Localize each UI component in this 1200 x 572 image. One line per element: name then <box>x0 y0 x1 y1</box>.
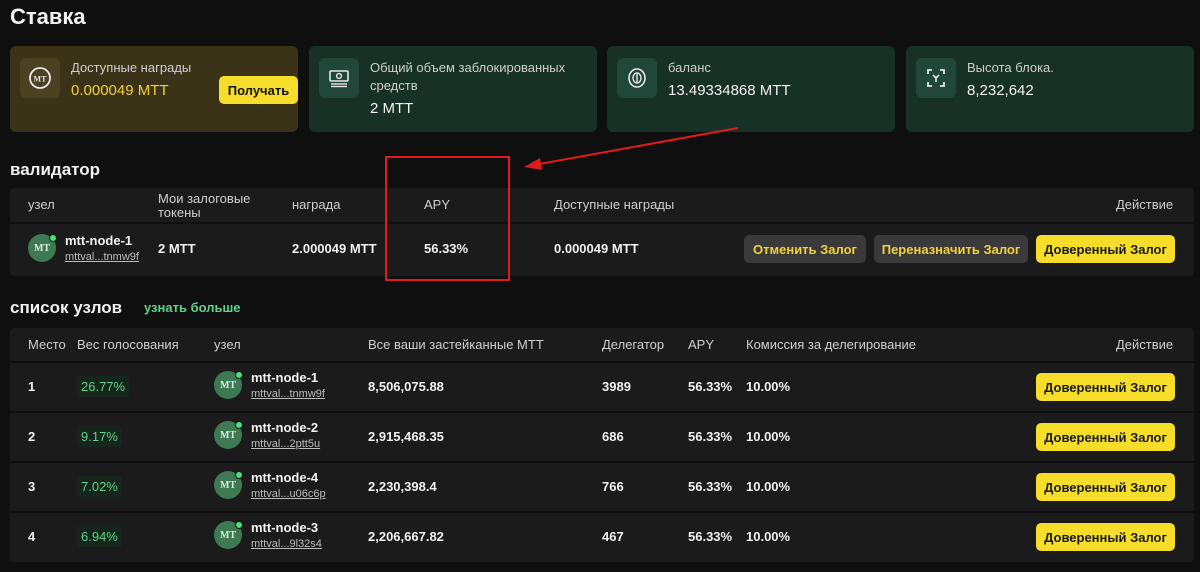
balance-label: баланс <box>668 60 711 75</box>
rank: 4 <box>28 529 36 544</box>
online-dot <box>235 471 243 479</box>
staked-total: 2,915,468.35 <box>368 429 444 444</box>
header-stake: Мои залоговые токены <box>158 191 251 220</box>
header-weight: Вес голосования <box>77 337 179 352</box>
commission-value: 10.00% <box>746 379 791 394</box>
node-name: mtt-node-3 <box>251 520 319 535</box>
banknote-icon <box>319 58 359 98</box>
block-icon <box>916 58 956 98</box>
voting-weight: 9.17% <box>77 426 122 447</box>
avatar: MT <box>214 421 243 449</box>
rank: 1 <box>28 379 36 394</box>
rewards-value: 0.000049 MTT <box>71 82 169 99</box>
voting-weight: 6.94% <box>77 526 122 547</box>
header-staked: Все ваши застейканные MTT <box>368 337 544 352</box>
trusted-stake-button[interactable]: Доверенный Залог <box>1036 523 1175 551</box>
coin-icon: MT <box>20 58 60 98</box>
locked-label: Общий объем заблокированных средств <box>370 60 566 93</box>
node-list-table: Место Вес голосования узел Все ваши заст… <box>10 328 1194 562</box>
apy-value: 56.33% <box>688 529 733 544</box>
validator-table: узел Мои залоговые токены награда APY Дос… <box>10 188 1194 276</box>
delegator-count: 467 <box>602 529 624 544</box>
node-address[interactable]: mttval...u06c6p <box>251 488 326 500</box>
apy-value: 56.33% <box>688 429 733 444</box>
svg-text:MT: MT <box>34 75 48 84</box>
locked-card: Общий объем заблокированных средств 2 MTT <box>309 46 597 132</box>
header-reward: награда <box>292 197 341 212</box>
voting-weight: 7.02% <box>77 476 122 497</box>
header-action: Действие <box>1116 337 1174 352</box>
online-dot <box>235 421 243 429</box>
header-apy: APY <box>688 337 715 352</box>
delegator-count: 766 <box>602 479 624 494</box>
stake-value: 2 MTT <box>158 241 196 256</box>
voting-weight: 26.77% <box>77 376 130 397</box>
validator-title: валидатор <box>10 160 101 179</box>
block-label: Высота блока. <box>967 60 1054 75</box>
reassign-stake-button[interactable]: Переназначить Залог <box>874 235 1028 263</box>
node-name: mtt-node-1 <box>251 370 319 385</box>
delegator-count: 3989 <box>602 379 631 394</box>
commission-value: 10.00% <box>746 429 791 444</box>
header-delegators: Делегатор <box>602 337 665 352</box>
online-dot <box>49 234 57 242</box>
learn-more-link[interactable]: узнать больше <box>144 300 241 315</box>
block-value: 8,232,642 <box>967 82 1034 99</box>
locked-value: 2 MTT <box>370 100 414 117</box>
header-commission: Комиссия за делегирование <box>746 337 917 352</box>
online-dot <box>235 371 243 379</box>
node-list-title: список узлов <box>10 298 123 317</box>
divider <box>10 222 1194 224</box>
commission-value: 10.00% <box>746 529 791 544</box>
trusted-stake-button[interactable]: Доверенный Залог <box>1036 235 1175 263</box>
node-address[interactable]: mttval...tnmw9f <box>251 388 325 400</box>
apy-value: 56.33% <box>688 479 733 494</box>
cancel-stake-button[interactable]: Отменить Залог <box>744 235 866 263</box>
delegator-count: 686 <box>602 429 624 444</box>
avatar: MT <box>214 471 243 499</box>
page-title: Ставка <box>10 4 86 29</box>
avatar: MT <box>214 371 243 399</box>
rank: 3 <box>28 479 36 494</box>
trusted-stake-button[interactable]: Доверенный Залог <box>1036 423 1175 451</box>
trusted-stake-button[interactable]: Доверенный Залог <box>1036 473 1175 501</box>
divider <box>10 361 1194 363</box>
node-address[interactable]: mttval...9l32s4 <box>251 538 322 550</box>
staked-total: 2,206,667.82 <box>368 529 444 544</box>
rank: 2 <box>28 429 36 444</box>
block-card: Высота блока. 8,232,642 <box>906 46 1194 132</box>
node-name: mtt-node-2 <box>251 420 319 435</box>
node-name: mtt-node-1 <box>65 233 133 248</box>
header-node: узел <box>28 197 55 212</box>
trusted-stake-button[interactable]: Доверенный Залог <box>1036 373 1175 401</box>
header-available: Доступные награды <box>554 197 675 212</box>
divider <box>10 511 1194 513</box>
online-dot <box>235 521 243 529</box>
staked-total: 8,506,075.88 <box>368 379 444 394</box>
node-address[interactable]: mttval...tnmw9f <box>65 251 139 263</box>
coins-icon <box>617 58 657 98</box>
commission-value: 10.00% <box>746 479 791 494</box>
reward-value: 2.000049 MTT <box>292 241 377 256</box>
avatar: MT <box>214 521 243 549</box>
header-rank: Место <box>28 337 66 352</box>
apy-highlight-box <box>385 156 510 281</box>
balance-card: баланс 13.49334868 MTT <box>607 46 895 132</box>
divider <box>10 461 1194 463</box>
rewards-label: Доступные награды <box>71 60 192 75</box>
header-action: Действие <box>1116 197 1174 212</box>
claim-button[interactable]: Получать <box>219 76 298 104</box>
divider <box>10 411 1194 413</box>
apy-value: 56.33% <box>688 379 733 394</box>
balance-value: 13.49334868 MTT <box>668 82 791 99</box>
node-address[interactable]: mttval...2ptt5u <box>251 438 320 450</box>
header-node: узел <box>214 337 241 352</box>
node-name: mtt-node-4 <box>251 470 319 485</box>
staked-total: 2,230,398.4 <box>368 479 437 494</box>
available-value: 0.000049 MTT <box>554 241 639 256</box>
avatar: MT <box>28 234 57 262</box>
rewards-card: MT Доступные награды 0.000049 MTT Получа… <box>10 46 298 132</box>
